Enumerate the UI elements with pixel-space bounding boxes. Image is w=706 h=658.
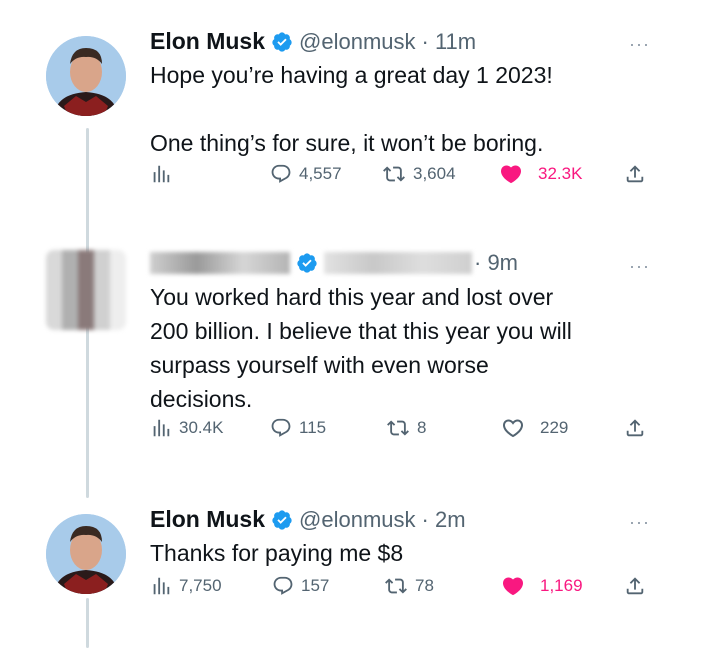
- views-icon: [153, 165, 170, 183]
- reply-button[interactable]: 4,557: [270, 163, 342, 185]
- heart-icon: [502, 419, 524, 438]
- timestamp[interactable]: · 2m: [422, 507, 466, 533]
- share-icon: [626, 577, 644, 595]
- tweet-text: Hope you’re having a great day 1 2023! O…: [150, 62, 553, 156]
- share-button[interactable]: [624, 417, 646, 439]
- reply-icon: [271, 418, 291, 437]
- handle-redacted[interactable]: [324, 252, 472, 274]
- display-name[interactable]: Elon Musk: [150, 506, 265, 533]
- display-name-redacted[interactable]: [150, 252, 290, 274]
- retweet-button[interactable]: 3,604: [382, 163, 456, 185]
- like-button[interactable]: 32.3K: [498, 162, 582, 186]
- tweet-text: You worked hard this year and lost over …: [150, 284, 572, 412]
- avatar[interactable]: [46, 250, 126, 330]
- handle[interactable]: @elonmusk: [299, 29, 416, 55]
- retweet-count: 3,604: [413, 164, 456, 183]
- share-icon: [626, 165, 644, 183]
- share-button[interactable]: [624, 163, 646, 185]
- display-name[interactable]: Elon Musk: [150, 28, 265, 55]
- reply-button[interactable]: 157: [272, 575, 329, 597]
- profile-photo: [46, 514, 126, 594]
- heart-icon: [502, 577, 524, 596]
- tweet[interactable]: Elon Musk @elonmusk · 2m ··· Thanks for …: [0, 500, 706, 658]
- share-icon: [626, 419, 644, 437]
- reply-icon: [271, 164, 291, 183]
- reply-icon: [273, 576, 293, 595]
- verified-badge-icon: [296, 252, 318, 274]
- retweet-count: 8: [417, 418, 427, 437]
- retweet-icon: [385, 578, 407, 594]
- heart-icon: [500, 165, 522, 184]
- tweet[interactable]: Elon Musk @elonmusk · 11m ··· Hope you’r…: [0, 0, 706, 230]
- views-icon: [153, 577, 170, 595]
- views-button[interactable]: 7,750: [150, 575, 222, 597]
- like-button[interactable]: 229: [500, 416, 568, 440]
- reply-count: 4,557: [299, 164, 342, 183]
- reply-count: 157: [301, 576, 330, 595]
- view-count: 7,750: [179, 576, 222, 595]
- avatar[interactable]: [46, 514, 126, 594]
- avatar[interactable]: [46, 36, 126, 116]
- verified-badge-icon: [271, 31, 293, 53]
- reply-button[interactable]: 115: [270, 417, 326, 439]
- views-button[interactable]: 30.4K: [150, 417, 223, 439]
- handle[interactable]: @elonmusk: [299, 507, 416, 533]
- retweet-icon: [387, 420, 409, 436]
- retweet-icon: [383, 166, 405, 182]
- verified-badge-icon: [271, 509, 293, 531]
- tweet-text: Thanks for paying me $8: [150, 540, 404, 566]
- like-count: 32.3K: [538, 164, 583, 183]
- timestamp[interactable]: · 11m: [422, 29, 477, 55]
- retweet-button[interactable]: 78: [384, 575, 434, 597]
- more-options-icon[interactable]: ···: [629, 512, 650, 533]
- profile-photo: [46, 36, 126, 116]
- retweet-button[interactable]: 8: [386, 417, 426, 439]
- more-options-icon[interactable]: ···: [629, 256, 650, 277]
- like-count: 229: [540, 418, 569, 437]
- views-icon: [153, 419, 170, 437]
- view-count: 30.4K: [179, 418, 224, 437]
- views-button[interactable]: [150, 163, 172, 185]
- share-button[interactable]: [624, 575, 646, 597]
- reply-count: 115: [299, 418, 327, 437]
- timestamp[interactable]: · 9m: [474, 250, 518, 276]
- tweet[interactable]: · 9m ··· You worked hard this year and l…: [0, 230, 706, 500]
- like-button[interactable]: 1,169: [500, 574, 583, 598]
- retweet-count: 78: [415, 576, 434, 595]
- more-options-icon[interactable]: ···: [629, 34, 650, 55]
- like-count: 1,169: [540, 576, 583, 595]
